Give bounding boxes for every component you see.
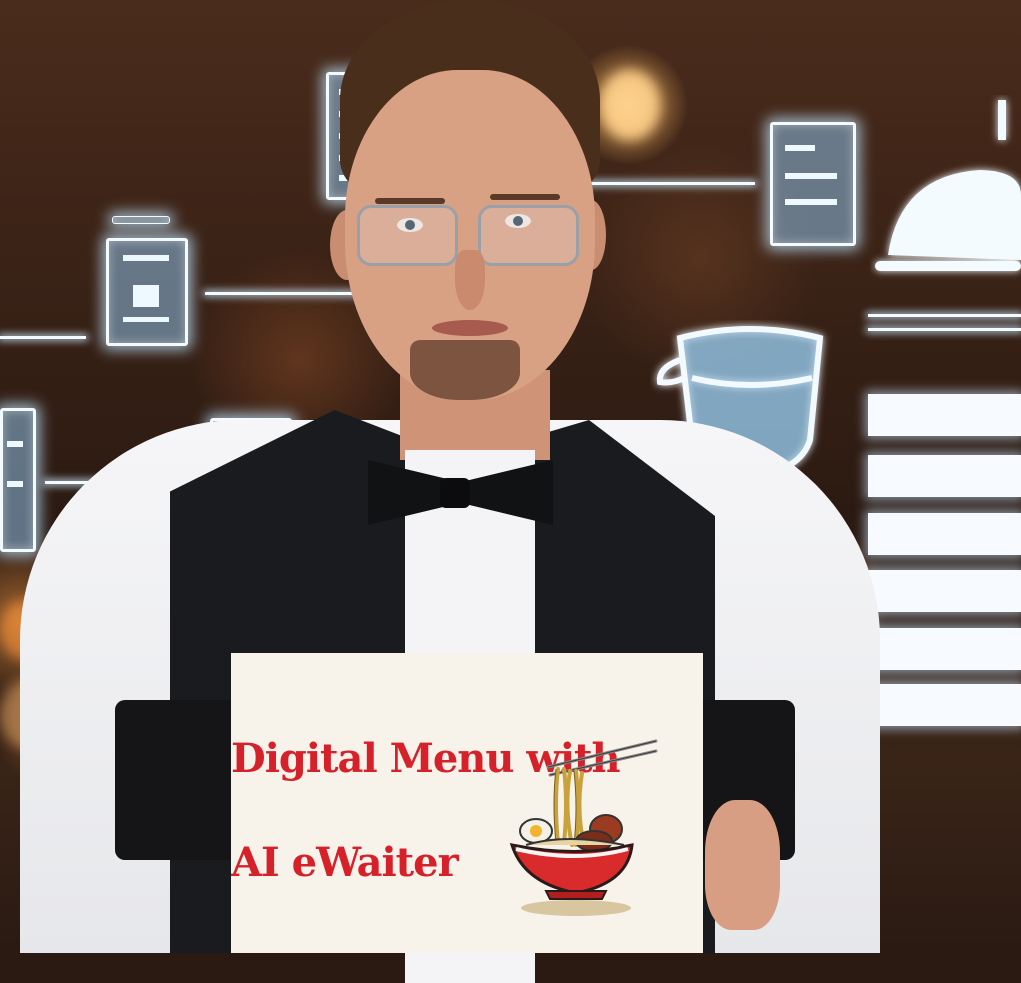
menu-list-bar [868, 570, 1021, 612]
menu-list-bar [868, 455, 1021, 497]
hologram-line [868, 328, 1021, 331]
tablet-icon [106, 238, 188, 346]
hologram-line [0, 336, 86, 339]
nose [455, 250, 485, 310]
goatee [410, 340, 520, 400]
cloche-icon [875, 100, 1021, 271]
eyebrow [490, 194, 560, 200]
menu-list-bar [868, 628, 1021, 670]
menu-card-icon [770, 122, 856, 246]
promo-card: Digital Menu with AI eWaiter [231, 653, 703, 953]
menu-list-bar [868, 513, 1021, 555]
lamp-glow [600, 70, 660, 140]
tablet-top-bar [112, 216, 170, 224]
mouth [432, 320, 508, 336]
hand [705, 800, 780, 930]
menu-list-bar [868, 394, 1021, 436]
menu-list-bar [868, 684, 1021, 726]
glasses [357, 205, 458, 266]
menu-card-icon [0, 408, 36, 552]
eyebrow [375, 198, 445, 204]
hologram-line [868, 314, 1021, 317]
ramen-bowl-icon [509, 739, 658, 916]
glasses [478, 205, 579, 266]
bow-tie-knot [440, 478, 470, 508]
